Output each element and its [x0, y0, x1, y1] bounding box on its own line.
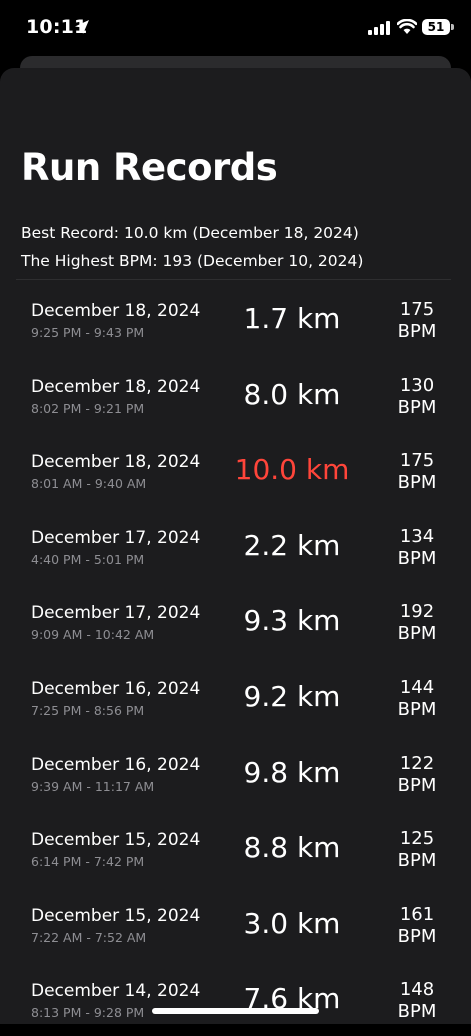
- record-bpm-value: 175: [399, 299, 435, 320]
- record-bpm-unit: BPM: [397, 1001, 437, 1023]
- record-distance: 2.2 km: [243, 528, 341, 562]
- record-bpm-value: 125: [399, 828, 435, 850]
- record-distance: 3.0 km: [243, 906, 341, 940]
- record-distance: 8.0 km: [243, 377, 341, 411]
- record-bpm-value: 134: [399, 525, 435, 547]
- record-time-range: 7:25 PM - 8:56 PM: [31, 702, 145, 718]
- record-date: December 14, 2024: [31, 981, 201, 1002]
- record-row[interactable]: December 17, 2024 9:09 AM - 10:42 AM 9.3 k…: [0, 582, 471, 658]
- record-bpm-unit: BPM: [397, 774, 437, 796]
- record-bpm-unit: BPM: [397, 547, 437, 569]
- record-bpm-value: 148: [399, 979, 435, 1001]
- record-bpm-unit: BPM: [397, 396, 437, 418]
- wifi-icon: [397, 19, 417, 34]
- record-date: December 18, 2024: [31, 376, 201, 397]
- record-bpm-unit: BPM: [397, 925, 437, 947]
- record-distance: 8.8 km: [243, 831, 341, 865]
- record-row[interactable]: December 18, 2024 8:01 AM - 9:40 AM 10.0 k…: [0, 431, 471, 507]
- record-date: December 17, 2024: [31, 603, 201, 624]
- record-time-range: 6:14 PM - 7:42 PM: [31, 854, 145, 870]
- record-bpm-value: 122: [399, 752, 435, 774]
- record-bpm-unit: BPM: [397, 698, 437, 720]
- record-time-range: 7:22 AM - 7:52 AM: [31, 929, 147, 945]
- home-indicator[interactable]: [152, 1008, 319, 1014]
- battery-nub: [451, 24, 454, 30]
- record-time-range: 9:09 AM - 10:42 AM: [31, 627, 155, 643]
- record-row[interactable]: December 15, 2024 6:14 PM - 7:42 PM 8.8 km…: [0, 809, 471, 885]
- record-row[interactable]: December 14, 2024 8:13 PM - 9:28 PM 7.6 km…: [0, 960, 471, 1036]
- battery-level: 51: [427, 20, 445, 34]
- record-bpm-value: 130: [399, 374, 435, 396]
- record-row[interactable]: December 18, 2024 8:02 PM - 9:21 PM 8.0 km…: [0, 356, 471, 432]
- record-bpm-unit: BPM: [397, 623, 437, 645]
- record-time-range: 8:01 AM - 9:40 AM: [31, 476, 147, 492]
- record-bpm-value: 161: [399, 903, 435, 925]
- record-distance: 9.3 km: [243, 604, 341, 638]
- record-row[interactable]: December 18, 2024 9:25 PM - 9:43 PM 1.7 km…: [0, 280, 471, 356]
- location-arrow-icon: [75, 20, 89, 34]
- record-bpm-unit: BPM: [397, 850, 437, 872]
- record-distance: 10.0 km: [234, 453, 350, 487]
- record-bpm-unit: BPM: [397, 472, 437, 494]
- record-time-range: 8:02 PM - 9:21 PM: [31, 400, 145, 416]
- record-distance: 1.7 km: [243, 302, 341, 335]
- highest-bpm-summary: The Highest BPM: 193 (December 10, 2024): [21, 252, 364, 270]
- record-time-range: 9:25 PM - 9:43 PM: [31, 325, 145, 340]
- record-row[interactable]: December 15, 2024 7:22 AM - 7:52 AM 3.0 km…: [0, 885, 471, 961]
- record-date: December 15, 2024: [31, 905, 201, 926]
- record-date: December 16, 2024: [31, 754, 201, 775]
- page-title: Run Records: [21, 146, 278, 189]
- best-record-summary: Best Record: 10.0 km (December 18, 2024): [21, 224, 359, 242]
- record-distance: 9.8 km: [243, 755, 341, 789]
- status-bar: 10:11 51: [0, 0, 471, 58]
- record-bpm-value: 144: [399, 676, 435, 698]
- record-row[interactable]: December 17, 2024 4:40 PM - 5:01 PM 2.2 km…: [0, 507, 471, 583]
- record-bpm-value: 175: [399, 450, 435, 472]
- record-date: December 16, 2024: [31, 678, 201, 699]
- cellular-signal-icon: [368, 21, 390, 35]
- record-row[interactable]: December 16, 2024 7:25 PM - 8:56 PM 9.2 km…: [0, 658, 471, 734]
- record-date: December 18, 2024: [31, 301, 201, 321]
- record-time-range: 9:39 AM - 11:17 AM: [31, 778, 155, 794]
- record-row[interactable]: December 16, 2024 9:39 AM - 11:17 AM 9.8 k…: [0, 734, 471, 810]
- record-time-range: 8:13 PM - 9:28 PM: [31, 1005, 145, 1021]
- record-bpm-value: 192: [399, 601, 435, 623]
- record-time-range: 4:40 PM - 5:01 PM: [31, 551, 145, 567]
- run-records-list[interactable]: December 18, 2024 9:25 PM - 9:43 PM 1.7 km…: [0, 280, 471, 1036]
- record-bpm-unit: BPM: [397, 321, 437, 342]
- record-date: December 15, 2024: [31, 830, 201, 851]
- record-date: December 18, 2024: [31, 452, 201, 473]
- record-distance: 9.2 km: [243, 679, 341, 713]
- record-date: December 17, 2024: [31, 527, 201, 548]
- battery-icon: 51: [422, 19, 450, 35]
